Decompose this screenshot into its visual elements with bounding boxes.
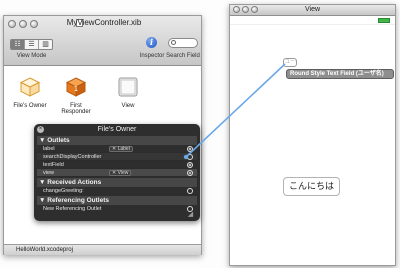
view-square-icon [118,77,138,97]
resize-grip-icon[interactable]: ◢ [186,210,195,219]
view-object[interactable]: View [108,76,148,109]
object-label: View [121,103,135,109]
connection-target: View [117,170,129,176]
info-icon[interactable]: i [146,37,157,48]
orange-cube-icon: 1 [65,77,87,97]
connection-circle[interactable] [187,154,193,160]
view-title-bar: View [230,5,395,16]
cube-outline-icon [19,77,41,97]
outlet-row[interactable]: searchDisplayController [37,153,197,161]
received-actions-section-header[interactable]: ▼ Received Actions [37,178,197,187]
search-field-label: Search Field [166,53,200,59]
referencing-outlets-section-header[interactable]: ▼ Referencing Outlets [37,196,197,205]
outlet-row[interactable]: textField [37,161,197,169]
outlet-row[interactable]: label ✕ Label [37,145,197,153]
action-row[interactable]: changeGreeting: [37,187,197,195]
connection-pill[interactable]: ✕ Label [109,146,133,152]
view-mode-control[interactable]: ☷ ☰ ▥ [10,39,53,50]
object-tooltip: Round Style Text Field (ユーザ名) [286,69,394,79]
outlet-name: label [43,146,55,152]
window-title: View [304,6,321,13]
section-label: Outlets [47,137,70,144]
svg-text:1: 1 [74,85,78,93]
view-editor-window: View ユーザ名 Round Style Text Field (ユーザ名) … [229,4,396,266]
username-text-field[interactable]: ユーザ名 [283,58,297,67]
outlet-name: view [43,170,55,176]
connection-circle[interactable] [187,170,193,176]
referencing-row[interactable]: New Referencing Outlet [37,205,197,213]
connection-circle[interactable] [187,146,193,152]
battery-icon [378,18,390,23]
action-name: changeGreeting: [43,188,84,194]
panel-title: File's Owner [97,126,137,133]
outlet-name: searchDisplayController [43,154,102,160]
list-view-button[interactable]: ☰ [25,40,39,49]
outlets-section-header[interactable]: ▼ Outlets [37,136,197,145]
section-label: Referencing Outlets [47,197,110,204]
connection-circle[interactable] [187,162,193,168]
column-view-button[interactable]: ▥ [39,40,52,49]
project-status-bar: HelloWorld.xcodeproj [4,244,201,255]
close-window-icon[interactable] [233,6,240,13]
section-label: Received Actions [47,179,102,186]
simulated-status-bar [230,16,395,25]
outlet-name: textField [43,162,64,168]
xib-toolbar: MyViewController.xib ☷ ☰ ▥ View Mode i I… [4,16,201,66]
object-label: File's Owner [13,103,47,109]
close-window-icon[interactable] [8,20,16,28]
connection-target: Label [117,146,130,152]
first-responder-object[interactable]: 1 First Responder [56,76,96,115]
greeting-label[interactable]: こんにちは [283,177,340,196]
referencing-name: New Referencing Outlet [43,206,102,212]
connection-pill[interactable]: ✕ View [109,170,132,176]
icon-view-button[interactable]: ☷ [11,40,25,49]
outlet-row[interactable]: view ✕ View [37,169,197,177]
object-label: First Responder [61,103,91,115]
connection-circle[interactable] [187,188,193,194]
minimize-window-icon[interactable] [242,6,249,13]
search-icon [171,40,176,45]
files-owner-object[interactable]: File's Owner [10,76,50,109]
connections-panel: × File's Owner ▼ Outlets label ✕ Label s… [34,124,200,221]
window-title: MyViewController.xib [66,18,142,27]
view-mode-label: View Mode [16,53,47,59]
